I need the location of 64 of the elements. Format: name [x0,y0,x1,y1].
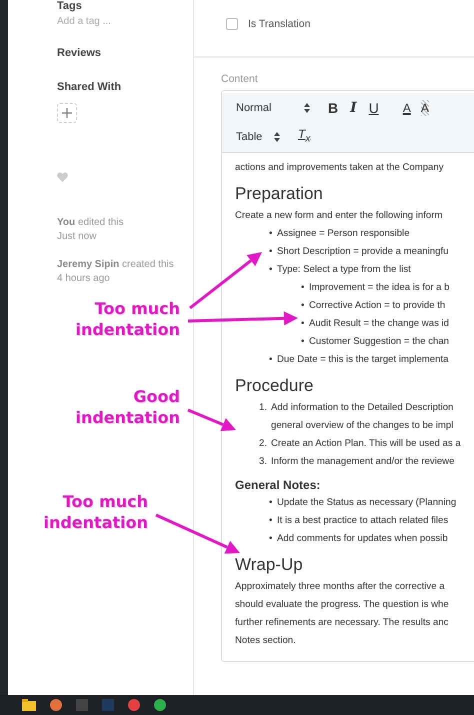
color-button[interactable]: A [402,100,411,116]
plus-icon [62,108,72,118]
bullet-marker: • [269,245,274,259]
list-item: Type: Select a type from the list [277,263,411,277]
format-dropdown[interactable]: Normal [236,102,310,114]
background-button[interactable]: A [420,100,429,116]
list-item: Inform the management and/or the reviewe [271,455,454,469]
sort-arrows-icon [304,102,310,112]
bullet-marker: • [269,532,274,546]
paragraph: actions and improvements taken at the Company [235,161,445,175]
bullet-marker: • [301,317,306,331]
section-heading: Procedure [235,375,314,397]
bold-button[interactable]: B [328,100,338,116]
bullet-marker: • [269,263,274,277]
bullet-marker: • [301,281,306,295]
sort-arrows-icon [274,132,280,142]
reviews-label: Reviews [57,47,102,59]
list-item: Due Date = this is the target implementa [277,353,448,367]
folder-icon[interactable] [22,699,36,711]
tags-label: Tags [57,0,83,13]
paragraph: Approximately three months after the corrective a should evaluate the progress. The question is whe further refinements are necessary. The results anc Notes section. [235,580,450,648]
underline-button[interactable]: U [368,100,379,116]
bullet-marker: • [301,299,306,313]
app-icon[interactable] [50,699,62,711]
paragraph: Create a new form and enter the following inform [235,209,444,223]
annotation-label: Too much indentation [75,298,180,340]
annotation-label: Too much indentation [43,491,148,533]
list-item: Create an Action Plan. This will be used as a [271,437,461,451]
app-icon[interactable] [128,699,140,711]
list-item: It is a best practice to attach related files [277,514,448,528]
section-heading: Wrap-Up [235,554,304,576]
bullet-marker: • [269,496,274,510]
list-number: 2. [259,437,268,451]
checkbox[interactable] [226,18,238,30]
italic-button[interactable]: I [350,100,357,116]
list-item: Audit Result = the change was id [309,317,449,331]
bullet-marker: • [269,514,274,528]
bullet-marker: • [269,353,274,367]
list-item: Assignee = Person responsible [277,227,410,241]
list-item: Update the Status as necessary (Planning [277,496,456,510]
list-item: Add comments for updates when possib [277,532,448,546]
activity-entry: Jeremy Sipin created this 4 hours ago [57,258,175,286]
list-item: Add information to the Detailed Description general overview of the changes to be impl [271,401,454,433]
shared-with-label: Shared With [57,81,122,93]
rich-text-editor[interactable] [221,90,474,662]
subheading: General Notes: [235,477,322,494]
list-item: Improvement = the idea is for a b [309,281,450,295]
table-dropdown[interactable]: Table [236,130,280,142]
section-heading: Preparation [235,183,324,205]
bullet-marker: • [269,227,274,241]
list-item: Short Description = provide a meaningfu [277,245,448,259]
checkbox-label: Is Translation [248,18,310,30]
app-icon[interactable] [154,699,166,711]
field-label: Content [221,73,259,85]
add-share-button[interactable] [57,103,77,123]
activity-entry: You edited this Just now [57,216,125,244]
list-item: Corrective Action = to provide th [309,299,446,313]
bullet-marker: • [301,335,306,349]
annotation-label: Good indentation [75,386,180,428]
list-number: 3. [259,455,268,469]
list-number: 1. [259,401,268,415]
annotation-arrow [187,408,236,432]
clear-format-button[interactable]: T$_{x}$ [298,126,310,148]
list-item: Customer Suggestion = the chan [309,335,449,349]
